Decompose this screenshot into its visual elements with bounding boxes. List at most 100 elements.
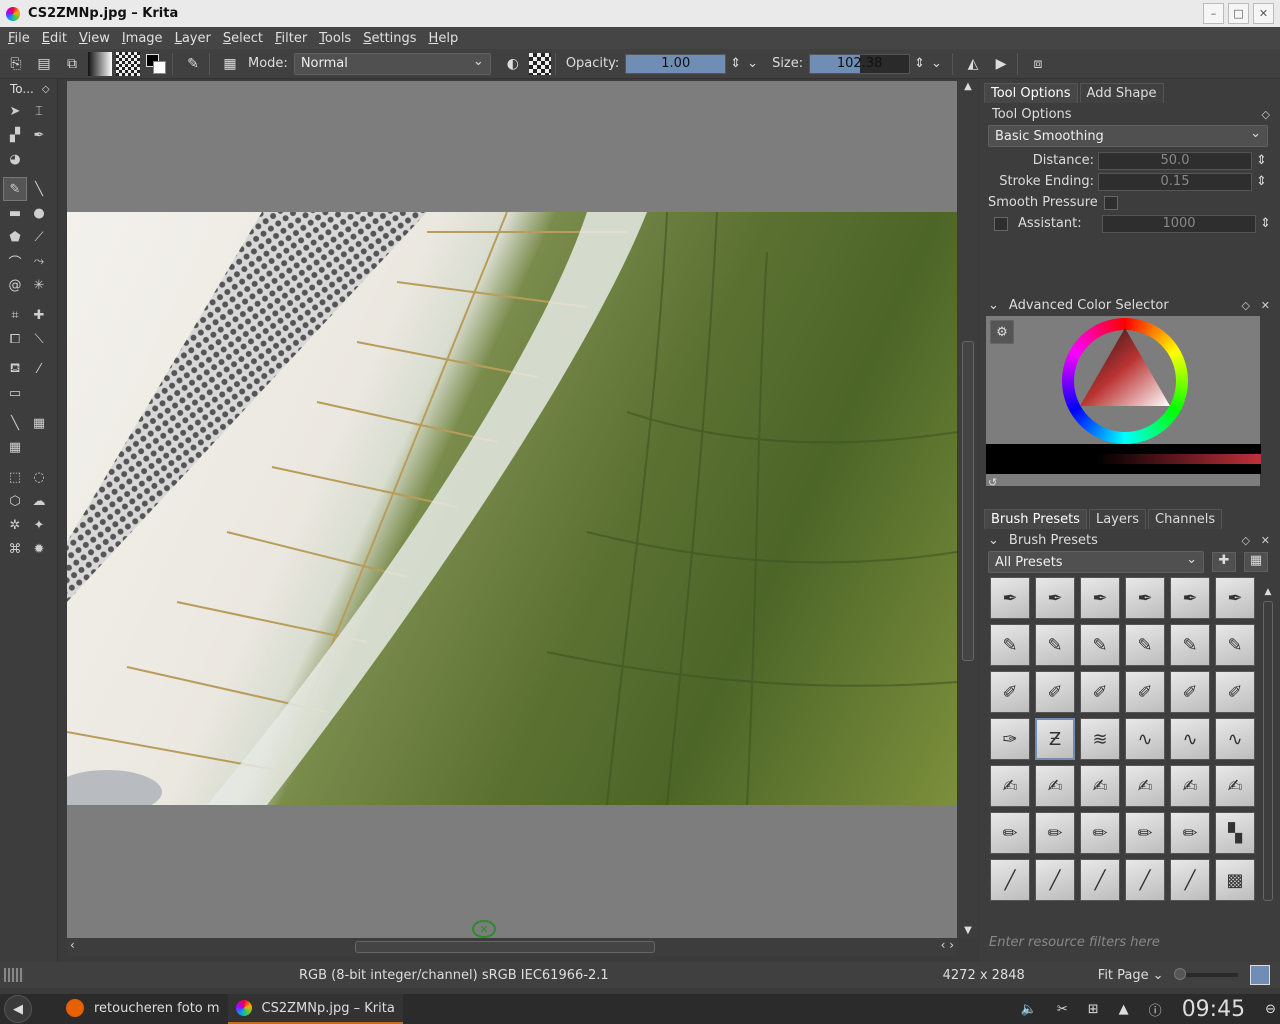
erase-mode-icon[interactable]: ◐ <box>501 52 525 76</box>
mirror-vertical-icon[interactable]: ▶ <box>989 52 1013 76</box>
notifications-icon[interactable]: ⓘ <box>1149 1000 1162 1019</box>
close-docker-icon[interactable]: ✕ <box>1261 534 1270 547</box>
menu-filter[interactable]: Filter <box>269 31 313 46</box>
distance-spinbox[interactable]: 50.0 <box>1098 151 1252 170</box>
bezier-curve-tool-icon[interactable]: ⌒ <box>3 249 27 273</box>
menu-edit[interactable]: Edit <box>36 31 73 46</box>
perspective-grid-tool-icon[interactable]: ▦ <box>27 411 51 435</box>
crop-tool-icon[interactable]: ⌗ <box>3 303 27 327</box>
preset-scrollbar[interactable]: ▲ <box>1262 587 1274 917</box>
brush-presets-icon[interactable]: ▦ <box>218 52 242 76</box>
brush-preset-item[interactable]: ▚ <box>1215 812 1255 854</box>
brush-preset-item[interactable]: ✐ <box>1215 671 1255 713</box>
brush-preset-item[interactable]: ✒ <box>1035 577 1075 619</box>
menu-help[interactable]: Help <box>423 31 465 46</box>
brush-preset-item[interactable]: ✎ <box>1125 624 1165 666</box>
resource-filter-input[interactable]: Enter resource filters here <box>984 932 1254 952</box>
freehand-brush-tool-icon[interactable]: ✎ <box>3 177 27 201</box>
brush-preset-item[interactable]: ✏ <box>990 812 1030 854</box>
calligraphy-tool-icon[interactable]: ✒ <box>27 123 51 147</box>
brush-preset-item[interactable]: ✎ <box>990 624 1030 666</box>
opacity-spin-arrows-icon[interactable]: ⇕ <box>730 56 741 71</box>
tab-add-shape[interactable]: Add Shape <box>1079 83 1164 103</box>
menu-settings[interactable]: Settings <box>357 31 422 46</box>
preserve-alpha-icon[interactable] <box>528 52 551 75</box>
brush-preset-item[interactable]: ∿ <box>1125 718 1165 760</box>
dynamic-brush-tool-icon[interactable]: @ <box>3 273 27 297</box>
contiguous-selection-tool-icon[interactable]: ✲ <box>3 513 27 537</box>
brush-preset-item[interactable]: ✑ <box>990 718 1030 760</box>
logout-icon[interactable]: ⊖ <box>1265 1002 1276 1017</box>
distance-spin-arrows-icon[interactable]: ⇕ <box>1256 153 1267 168</box>
brush-preset-item[interactable]: ✏ <box>1080 812 1120 854</box>
size-dropdown-icon[interactable]: ⌄ <box>931 56 942 71</box>
move-tool-icon[interactable]: ✚ <box>27 303 51 327</box>
select-shapes-tool-icon[interactable]: ➤ <box>3 99 27 123</box>
rectangular-selection-tool-icon[interactable]: ⬚ <box>3 465 27 489</box>
edit-shapes-tool-icon[interactable]: ▞ <box>3 123 27 147</box>
preset-view-mode-icon[interactable]: ▦ <box>1244 552 1268 572</box>
brush-preset-item[interactable]: ✒ <box>1170 577 1210 619</box>
minimize-button[interactable]: – <box>1203 3 1224 24</box>
line-tool-icon[interactable]: ╲ <box>27 177 51 201</box>
menu-view[interactable]: View <box>73 31 116 46</box>
color-picker-tool-icon[interactable]: ⁄ <box>27 357 51 381</box>
color-settings-gear-icon[interactable]: ⚙ <box>990 320 1014 344</box>
scroll-down-icon[interactable]: ▼ <box>958 925 978 936</box>
new-document-icon[interactable]: ⎘ <box>4 52 28 76</box>
edit-text-tool-icon[interactable]: ⌶ <box>27 99 51 123</box>
brush-preset-item[interactable]: ✒ <box>1080 577 1120 619</box>
brush-preset-item[interactable]: ▩ <box>1215 859 1255 901</box>
brush-preset-item[interactable]: ✏ <box>1035 812 1075 854</box>
brush-preset-item[interactable]: ✍ <box>1080 765 1120 807</box>
menu-tools[interactable]: Tools <box>313 31 357 46</box>
clock[interactable]: 09:45 <box>1182 997 1245 1022</box>
float-docker-icon[interactable]: ◇ <box>1242 299 1250 312</box>
color-gradient-bar[interactable] <box>986 454 1261 464</box>
brush-preset-item[interactable]: ✍ <box>1215 765 1255 807</box>
saturation-value-triangle[interactable] <box>1062 318 1188 444</box>
similar-color-selection-tool-icon[interactable]: ✦ <box>27 513 51 537</box>
brush-preset-item[interactable]: ✐ <box>990 671 1030 713</box>
brush-preset-item[interactable]: ✒ <box>990 577 1030 619</box>
color-selector-area[interactable]: ⚙ ↺ <box>986 316 1261 489</box>
tab-tool-options[interactable]: Tool Options <box>984 83 1078 103</box>
opacity-dropdown-icon[interactable]: ⌄ <box>747 56 758 71</box>
brush-preset-item[interactable]: ✍ <box>990 765 1030 807</box>
color-history-bar[interactable] <box>986 444 1261 454</box>
add-preset-icon[interactable]: ✚ <box>1212 552 1236 572</box>
reset-color-icon[interactable]: ↺ <box>988 476 997 489</box>
gradient-editing-tool-icon[interactable]: ◕ <box>3 147 27 171</box>
brush-preset-item[interactable]: ≋ <box>1080 718 1120 760</box>
brush-preset-item[interactable]: ✒ <box>1215 577 1255 619</box>
collapse-docker-icon[interactable]: ⌄ <box>988 533 999 548</box>
scroll-right-icon[interactable]: ‹ › <box>941 938 954 952</box>
close-button[interactable]: ✕ <box>1253 3 1274 24</box>
brush-preset-item[interactable]: ╱ <box>1080 859 1120 901</box>
menu-layer[interactable]: Layer <box>169 31 217 46</box>
brush-preset-item[interactable]: ╱ <box>1170 859 1210 901</box>
polyline-tool-icon[interactable]: ⟋ <box>27 225 51 249</box>
gradient-tool-icon[interactable]: ▭ <box>3 381 27 405</box>
pattern-icon[interactable] <box>116 51 140 76</box>
foreground-background-color-icon[interactable] <box>144 52 168 76</box>
tab-brush-presets[interactable]: Brush Presets <box>984 509 1087 529</box>
mirror-horizontal-icon[interactable]: ◭ <box>961 52 985 76</box>
brush-preset-item[interactable]: ∿ <box>1215 718 1255 760</box>
scroll-left-icon[interactable]: ‹ <box>70 938 75 952</box>
brush-preset-item[interactable]: ✐ <box>1080 671 1120 713</box>
brush-preset-item[interactable]: ✎ <box>1035 624 1075 666</box>
task-krita[interactable]: CS2ZMNp.jpg – Krita <box>227 994 403 1024</box>
smoothing-select[interactable]: Basic Smoothing <box>988 125 1268 147</box>
zoom-dropdown-icon[interactable]: ⌄ <box>1153 968 1164 983</box>
freehand-path-tool-icon[interactable]: ⤳ <box>27 249 51 273</box>
canvas-area[interactable]: ✕ <box>67 81 957 938</box>
color-shades-bar[interactable] <box>986 464 1261 474</box>
brush-preset-item[interactable]: ✍ <box>1125 765 1165 807</box>
brush-preset-item[interactable]: ✏ <box>1170 812 1210 854</box>
opacity-slider[interactable]: 1.00 <box>625 53 727 74</box>
canvas-image[interactable] <box>67 212 957 805</box>
preset-tag-select[interactable]: All Presets <box>988 551 1204 573</box>
close-docker-icon[interactable]: ✕ <box>1261 299 1270 312</box>
polygon-tool-icon[interactable]: ⬟ <box>3 225 27 249</box>
